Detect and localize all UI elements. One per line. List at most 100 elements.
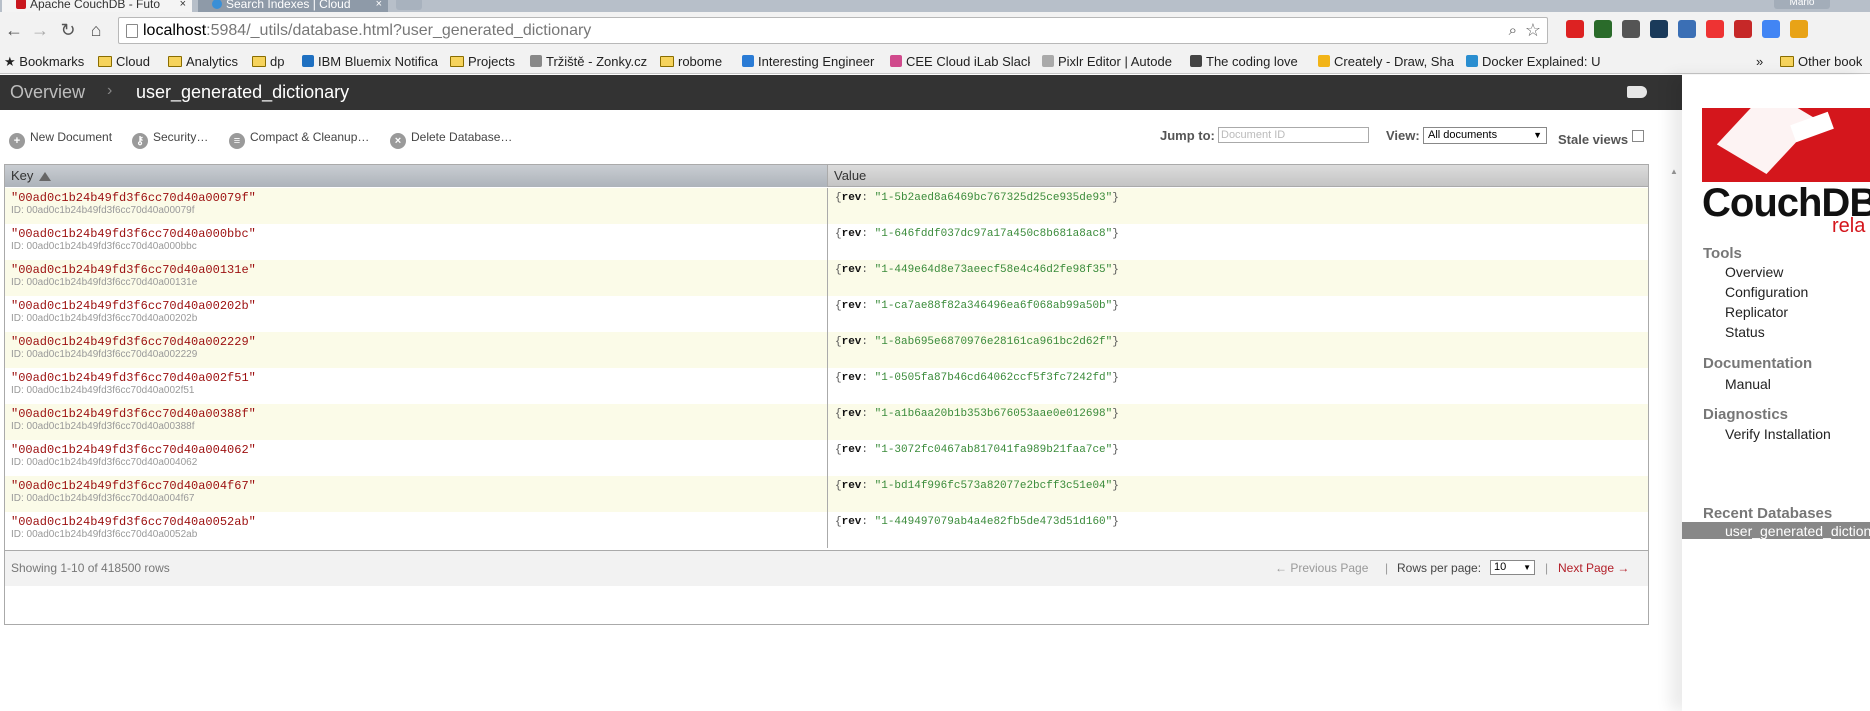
home-icon[interactable]: ⌂	[84, 18, 108, 42]
extension-icon[interactable]	[1790, 20, 1808, 38]
browser-tab-active[interactable]: Apache CouchDB - Futo ×	[2, 0, 192, 12]
sidebar-item-verify-installation[interactable]: Verify Installation	[1725, 426, 1831, 442]
row-count-text: Showing 1-10 of 418500 rows	[11, 561, 170, 575]
previous-page-link[interactable]: ← Previous Page	[1275, 561, 1368, 575]
view-control: View: All documents ▼	[1386, 127, 1547, 144]
security-button[interactable]: ⚷ Security…	[132, 127, 208, 149]
bookmark-ibm-bluemix[interactable]: IBM Bluemix Notifica	[302, 54, 438, 70]
close-tab-icon[interactable]: ×	[376, 0, 382, 12]
document-key-link[interactable]: "00ad0c1b24b49fd3f6cc70d40a002f51"	[11, 371, 827, 385]
table-row[interactable]: "00ad0c1b24b49fd3f6cc70d40a004f67" ID: 00…	[5, 476, 1648, 512]
zoom-icon[interactable]: ⌕	[1509, 22, 1517, 39]
bookmark-folder-cloud[interactable]: Cloud	[98, 54, 150, 70]
opera-extension-icon[interactable]	[1566, 20, 1584, 38]
table-row[interactable]: "00ad0c1b24b49fd3f6cc70d40a00388f" ID: 00…	[5, 404, 1648, 440]
bookmark-docker[interactable]: Docker Explained: U	[1466, 54, 1610, 70]
table-row[interactable]: "00ad0c1b24b49fd3f6cc70d40a0052ab" ID: 00…	[5, 512, 1648, 548]
key-cell: "00ad0c1b24b49fd3f6cc70d40a000bbc" ID: 00…	[5, 224, 827, 260]
new-document-button[interactable]: + New Document	[9, 127, 112, 149]
reload-icon[interactable]: ↻	[56, 18, 80, 42]
documents-table: Key Value "00ad0c1b24b49fd3f6cc70d40a000…	[4, 164, 1649, 625]
couchdb-logo-icon	[1702, 108, 1870, 182]
table-row[interactable]: "00ad0c1b24b49fd3f6cc70d40a00079f" ID: 00…	[5, 188, 1648, 224]
evernote-extension-icon[interactable]	[1594, 20, 1612, 38]
star-extension-icon[interactable]	[1622, 20, 1640, 38]
rows-per-page-select[interactable]: 10 ▼	[1490, 560, 1535, 575]
translate-extension-icon[interactable]	[1762, 20, 1780, 38]
scroll-up-arrow-icon[interactable]: ▲	[1670, 167, 1678, 181]
sidebar-item-status[interactable]: Status	[1725, 324, 1765, 340]
pdf-extension-icon[interactable]	[1734, 20, 1752, 38]
stale-views-checkbox[interactable]	[1632, 130, 1645, 142]
delete-database-button[interactable]: × Delete Database…	[390, 127, 512, 149]
table-row[interactable]: "00ad0c1b24b49fd3f6cc70d40a00131e" ID: 00…	[5, 260, 1648, 296]
document-key-link[interactable]: "00ad0c1b24b49fd3f6cc70d40a000bbc"	[11, 227, 827, 241]
new-tab-button[interactable]	[396, 0, 422, 10]
bookmark-slack[interactable]: CEE Cloud iLab Slack	[890, 54, 1030, 70]
document-key-link[interactable]: "00ad0c1b24b49fd3f6cc70d40a00131e"	[11, 263, 827, 277]
bookmark-folder-other[interactable]: Other book	[1780, 54, 1862, 70]
extension-icon[interactable]	[1650, 20, 1668, 38]
document-value: {rev: "1-0505fa87b46cd64062ccf5f3fc7242f…	[835, 372, 1119, 384]
table-row[interactable]: "00ad0c1b24b49fd3f6cc70d40a004062" ID: 00…	[5, 440, 1648, 476]
document-value: {rev: "1-ca7ae88f82a346496ea6f068ab99a50…	[835, 300, 1119, 312]
rows-per-page-label: Rows per page:	[1397, 561, 1482, 575]
sidebar-item-overview[interactable]: Overview	[1725, 264, 1783, 280]
bookmarks-overflow-chevron-icon[interactable]: »	[1756, 54, 1763, 70]
value-cell: {rev: "1-449e64d8e73aeecf58e4c46d2fe98f3…	[827, 260, 1648, 296]
bookmark-pixlr[interactable]: Pixlr Editor | Autode	[1042, 54, 1176, 70]
documentation-heading: Documentation	[1703, 355, 1813, 372]
bookmark-creately[interactable]: Creately - Draw, Sha	[1318, 54, 1468, 70]
sidebar-item-configuration[interactable]: Configuration	[1725, 284, 1808, 300]
bookmark-zonky[interactable]: Tržiště - Zonky.cz	[530, 54, 647, 70]
key-column-header[interactable]: Key	[5, 165, 827, 187]
document-value: {rev: "1-bd14f996fc573a82077e2bcff3c51e0…	[835, 480, 1119, 492]
rev-field-name: rev	[841, 480, 862, 492]
compact-cleanup-button[interactable]: ≡ Compact & Cleanup…	[229, 127, 369, 149]
folder-icon	[98, 56, 112, 67]
bookmark-folder-dp[interactable]: dp	[252, 54, 284, 70]
table-row[interactable]: "00ad0c1b24b49fd3f6cc70d40a002f51" ID: 00…	[5, 368, 1648, 404]
bookmarks-button[interactable]: ★ Bookmarks	[4, 54, 84, 70]
document-key-link[interactable]: "00ad0c1b24b49fd3f6cc70d40a002229"	[11, 335, 827, 349]
sidebar-item-replicator[interactable]: Replicator	[1725, 304, 1788, 320]
document-key-link[interactable]: "00ad0c1b24b49fd3f6cc70d40a004f67"	[11, 479, 827, 493]
document-key-link[interactable]: "00ad0c1b24b49fd3f6cc70d40a00388f"	[11, 407, 827, 421]
address-bar[interactable]: localhost:5984/_utils/database.html?user…	[118, 17, 1548, 44]
adblock-extension-icon[interactable]	[1706, 20, 1724, 38]
breadcrumb-overview-link[interactable]: Overview	[10, 82, 85, 103]
screen-extension-icon[interactable]	[1678, 20, 1696, 38]
folder-icon	[450, 56, 464, 67]
next-page-link[interactable]: Next Page →	[1558, 561, 1629, 575]
document-id-text: ID: 00ad0c1b24b49fd3f6cc70d40a002f51	[11, 385, 195, 396]
view-select[interactable]: All documents ▼	[1423, 127, 1547, 144]
table-row[interactable]: "00ad0c1b24b49fd3f6cc70d40a00202b" ID: 00…	[5, 296, 1648, 332]
document-key-link[interactable]: "00ad0c1b24b49fd3f6cc70d40a00079f"	[11, 191, 827, 205]
sidebar-item-manual[interactable]: Manual	[1725, 376, 1771, 392]
back-arrow-icon[interactable]: ←	[2, 18, 26, 42]
plus-icon: +	[9, 133, 25, 149]
forward-arrow-icon[interactable]: →	[28, 18, 52, 42]
table-row[interactable]: "00ad0c1b24b49fd3f6cc70d40a002229" ID: 00…	[5, 332, 1648, 368]
bookmark-star-icon[interactable]: ☆	[1525, 20, 1541, 41]
browser-tab[interactable]: Search Indexes | Cloud ×	[198, 0, 388, 12]
browser-toolbar: ← → ↻ ⌂ localhost:5984/_utils/database.h…	[0, 12, 1870, 50]
document-key-link[interactable]: "00ad0c1b24b49fd3f6cc70d40a0052ab"	[11, 515, 827, 529]
bookmark-folder-projects[interactable]: Projects	[450, 54, 515, 70]
bookmark-folder-analytics[interactable]: Analytics	[168, 54, 238, 70]
key-cell: "00ad0c1b24b49fd3f6cc70d40a004f67" ID: 00…	[5, 476, 827, 512]
bookmark-interesting-engineering[interactable]: Interesting Engineer	[742, 54, 878, 70]
document-value: {rev: "1-646fddf037dc97a17a450c8b681a8ac…	[835, 228, 1119, 240]
close-tab-icon[interactable]: ×	[180, 0, 186, 12]
table-row[interactable]: "00ad0c1b24b49fd3f6cc70d40a000bbc" ID: 00…	[5, 224, 1648, 260]
document-value: {rev: "1-449497079ab4a4e82fb5de473d51d16…	[835, 516, 1119, 528]
bookmark-folder-robome[interactable]: robome	[660, 54, 722, 70]
document-id-input[interactable]	[1218, 127, 1369, 143]
document-key-link[interactable]: "00ad0c1b24b49fd3f6cc70d40a00202b"	[11, 299, 827, 313]
bookmark-coding-love[interactable]: The coding love	[1190, 54, 1298, 70]
profile-button[interactable]: Mario	[1774, 0, 1830, 9]
document-key-link[interactable]: "00ad0c1b24b49fd3f6cc70d40a004062"	[11, 443, 827, 457]
recent-database-item[interactable]: user_generated_dictionary	[1682, 522, 1870, 539]
url-text[interactable]: localhost:5984/_utils/database.html?user…	[143, 22, 591, 40]
tag-icon[interactable]	[1627, 86, 1647, 98]
